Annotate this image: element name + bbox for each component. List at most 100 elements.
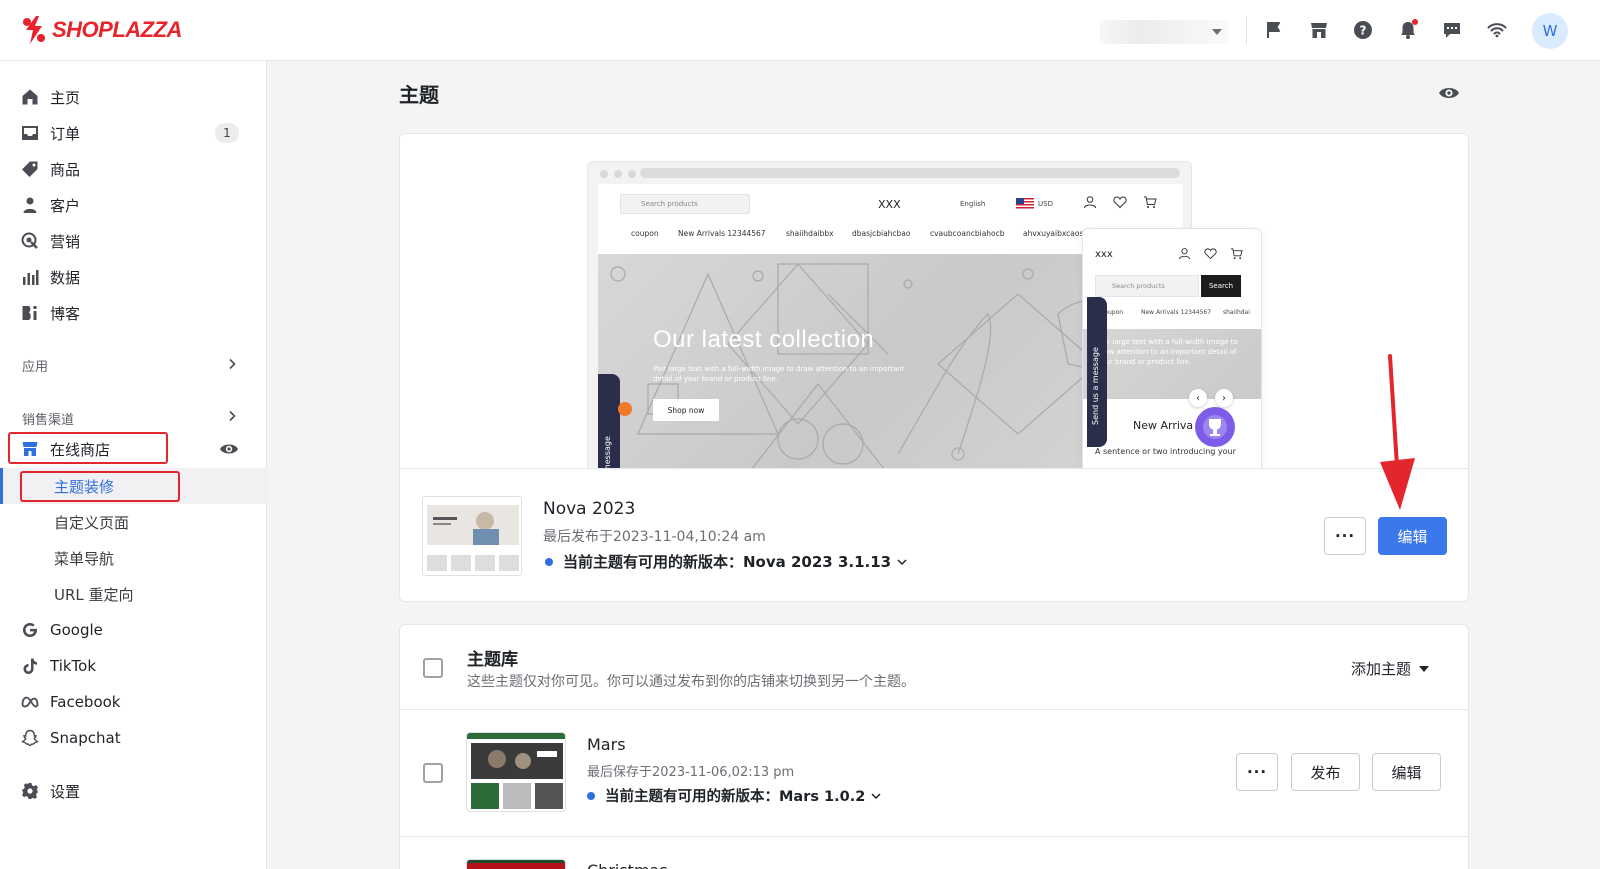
sidebar-item-tiktok[interactable]: TikTok — [0, 648, 267, 684]
preview-chat-badge — [618, 402, 632, 416]
sidebar-item-blog[interactable]: 博客 — [0, 295, 267, 331]
preview-chat-tab: Send us a message — [598, 374, 620, 468]
sidebar-item-marketing[interactable]: 营销 — [0, 223, 267, 259]
sidebar-subitem-label: 菜单导航 — [54, 549, 115, 568]
sidebar-item-analytics[interactable]: 数据 — [0, 259, 267, 295]
chat-icon[interactable] — [1441, 19, 1463, 41]
flag-icon[interactable] — [1263, 19, 1285, 41]
help-icon[interactable]: ? — [1352, 19, 1374, 41]
sidebar-item-snapchat[interactable]: Snapchat — [0, 720, 267, 756]
sales-channels-section-label[interactable]: 销售渠道 — [22, 409, 74, 428]
preview-currency: USD — [1038, 200, 1053, 208]
preview-shop-now-button: Shop now — [653, 399, 719, 421]
sidebar-subitem-navigation[interactable]: 菜单导航 — [0, 540, 267, 576]
update-dot — [545, 557, 553, 566]
preview-search-field: Search products — [620, 194, 750, 214]
apps-section-label[interactable]: 应用 — [22, 356, 48, 375]
library-theme-update-notice[interactable]: 当前主题有可用的新版本：Mars 1.0.2 — [587, 785, 881, 806]
meta-icon — [20, 692, 40, 712]
store-selector[interactable] — [1100, 20, 1228, 44]
sidebar-item-customers[interactable]: 客户 — [0, 187, 267, 223]
home-icon — [20, 87, 40, 107]
sidebar-item-label: 在线商店 — [50, 440, 111, 459]
annotation-arrow-icon — [1380, 354, 1415, 510]
preview-chat-label: Send us a message — [603, 436, 612, 468]
library-theme-name: Christmas — [587, 861, 668, 869]
caret-down-icon — [1212, 29, 1222, 35]
window-dots — [600, 170, 636, 178]
chart-icon — [20, 267, 40, 287]
preview-hero-title: Our latest collection — [653, 326, 875, 353]
sidebar-item-orders[interactable]: 订单 1 — [0, 115, 267, 151]
sidebar-item-label: 数据 — [50, 268, 81, 287]
select-all-checkbox[interactable] — [423, 658, 443, 678]
sidebar-item-home[interactable]: 主页 — [0, 79, 267, 115]
store-icon[interactable] — [1308, 19, 1330, 41]
wifi-icon[interactable] — [1486, 19, 1508, 41]
mars-theme-thumbnail — [466, 732, 566, 812]
sidebar-item-settings[interactable]: 设置 — [0, 773, 267, 809]
sidebar-item-online-store[interactable]: 在线商店 — [0, 431, 267, 467]
mobile-search-field: Search products — [1095, 275, 1199, 297]
library-theme-publish-button[interactable]: 发布 — [1291, 753, 1360, 791]
sidebar-subitem-label: URL 重定向 — [54, 585, 134, 604]
preview-nav-item: coupon — [631, 229, 659, 238]
current-theme-update-notice[interactable]: 当前主题有可用的新版本：Nova 2023 3.1.13 — [545, 551, 907, 572]
mobile-search-button: Search — [1201, 275, 1241, 297]
theme-row-checkbox[interactable] — [423, 763, 443, 783]
mobile-tag: New Arrivals 12344567 — [1141, 309, 1212, 316]
sidebar-item-label: 营销 — [50, 232, 81, 251]
sidebar-subitem-url-redirect[interactable]: URL 重定向 — [0, 576, 267, 612]
current-theme-more-button[interactable]: ··· — [1324, 517, 1366, 555]
sidebar-item-products[interactable]: 商品 — [0, 151, 267, 187]
current-theme-name: Nova 2023 — [543, 499, 636, 519]
sidebar-item-google[interactable]: Google — [0, 612, 267, 648]
notification-dot — [1412, 19, 1418, 25]
sidebar-item-label: 客户 — [50, 196, 81, 215]
theme-library-card: 主题库 这些主题仅对你可见。你可以通过发布到你的店铺来切换到另一个主题。 添加主… — [399, 624, 1469, 869]
current-theme-published: 最后发布于2023-11-04,10:24 am — [543, 529, 766, 545]
sidebar-item-label: 商品 — [50, 160, 81, 179]
chevron-right-icon: › — [1215, 389, 1233, 407]
url-bar — [640, 168, 1180, 178]
active-indicator — [0, 468, 3, 504]
blog-icon — [20, 303, 40, 323]
sidebar-item-facebook[interactable]: Facebook — [0, 684, 267, 720]
christmas-theme-thumbnail — [466, 859, 566, 869]
page-title: 主题 — [399, 83, 439, 107]
sidebar-subitem-themes[interactable]: 主题装修 — [0, 468, 267, 504]
preview-language: English — [960, 200, 986, 208]
sidebar-item-label: 博客 — [50, 304, 81, 323]
sidebar-item-label: Google — [50, 621, 103, 639]
library-theme-edit-button[interactable]: 编辑 — [1372, 753, 1441, 791]
nova-theme-thumbnail — [422, 496, 522, 576]
chevron-down-icon — [897, 558, 907, 565]
user-avatar[interactable]: W — [1532, 13, 1568, 49]
tag-icon — [20, 159, 40, 179]
cart-icon — [1230, 248, 1243, 260]
theme-preview[interactable]: Search products XXX English USD coupon N… — [400, 134, 1468, 469]
add-theme-label: 添加主题 — [1351, 660, 1412, 678]
add-theme-dropdown[interactable]: 添加主题 — [1351, 658, 1430, 679]
preview-nav-item: shaiihdaibbx — [786, 229, 834, 238]
svg-text:?: ? — [1360, 24, 1367, 38]
library-theme-more-button[interactable]: ··· — [1236, 753, 1278, 791]
library-theme-saved: 最后保存于2023-11-06,02:13 pm — [587, 765, 795, 780]
chevron-right-icon[interactable] — [226, 358, 238, 370]
chevron-left-icon: ‹ — [1189, 389, 1207, 407]
library-divider — [400, 709, 1468, 710]
update-notice-text: 当前主题有可用的新版本：Nova 2023 3.1.13 — [563, 553, 892, 571]
library-divider — [400, 836, 1468, 837]
sidebar-item-label: Facebook — [50, 693, 121, 711]
sidebar-subitem-pages[interactable]: 自定义页面 — [0, 504, 267, 540]
trophy-icon — [1195, 407, 1235, 447]
shoplazza-logo[interactable]: SHOPLAZZA — [22, 16, 182, 44]
chevron-right-icon[interactable] — [226, 410, 238, 422]
sidebar-item-label: 主页 — [50, 88, 81, 107]
current-theme-edit-button[interactable]: 编辑 — [1378, 517, 1447, 555]
eye-icon[interactable] — [1438, 82, 1460, 104]
preview-brand: XXX — [878, 198, 901, 211]
bell-icon[interactable] — [1397, 19, 1419, 41]
caret-down-icon — [1419, 665, 1430, 672]
eye-icon[interactable] — [219, 439, 239, 459]
